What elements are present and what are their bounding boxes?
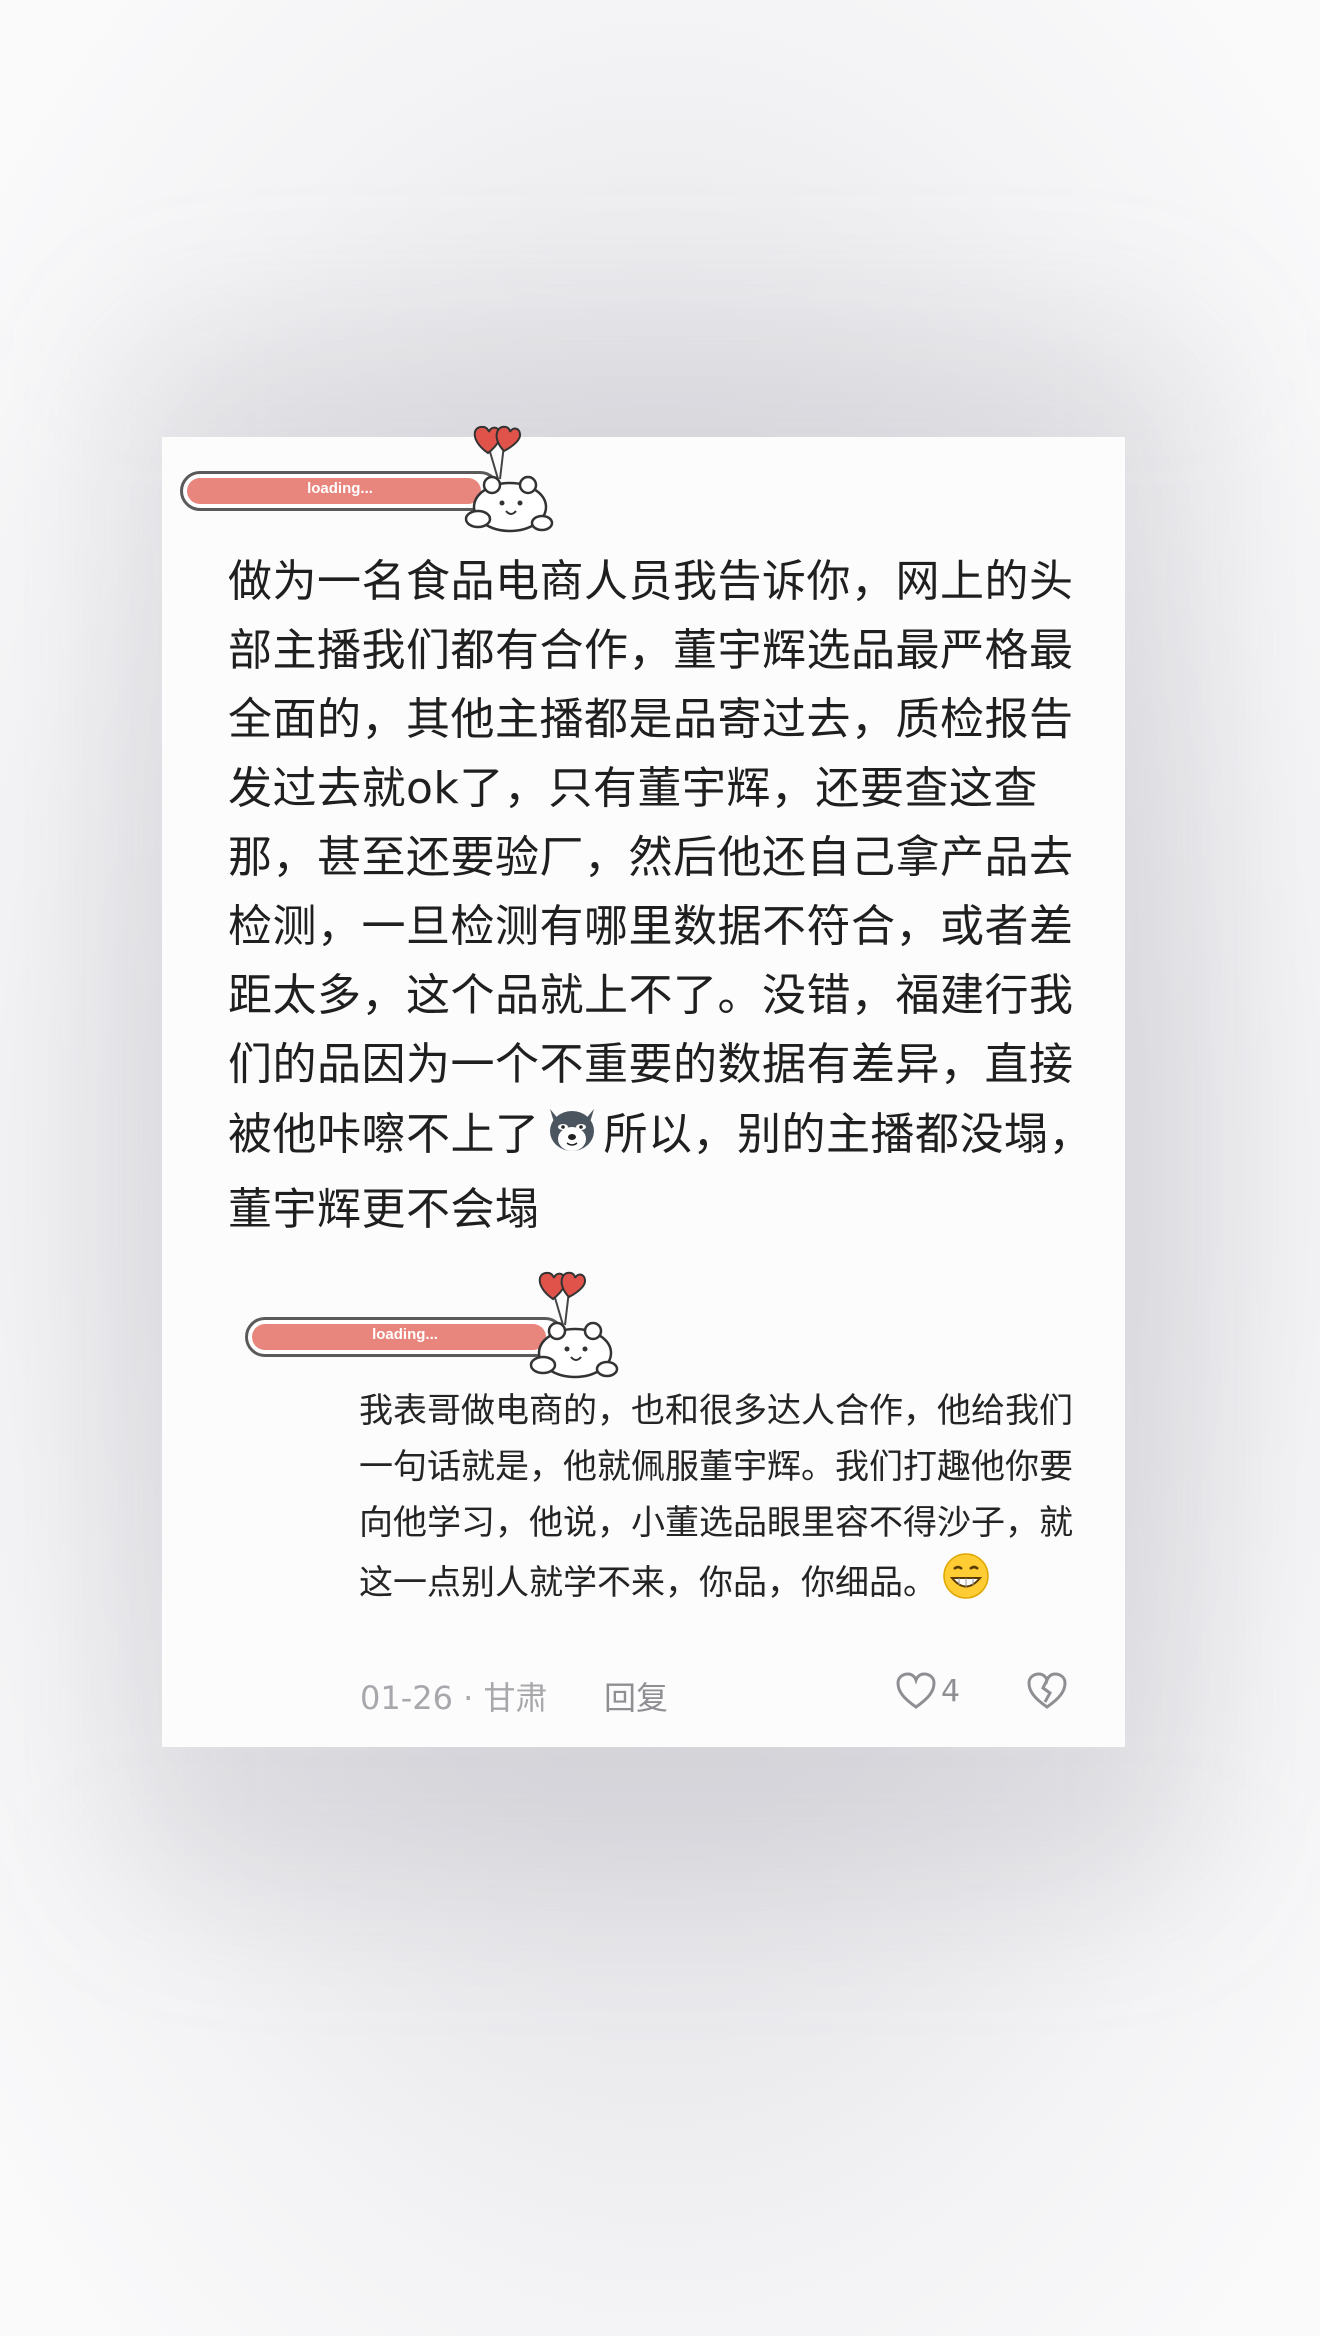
dog-face-icon: [542, 1099, 602, 1175]
bear-with-balloons-icon: [464, 425, 554, 533]
reply-button[interactable]: 回复: [604, 1673, 668, 1719]
grinning-face-icon: [941, 1551, 991, 1618]
reply-text: 我表哥做电商的，也和很多达人合作，他给我们一句话就是，他就佩服董宇辉。我们打趣他…: [359, 1383, 1099, 1618]
bear-with-balloons-icon: [529, 1271, 619, 1379]
like-button[interactable]: 4: [895, 1671, 960, 1711]
post-text-main: 做为一名食品电商人员我告诉你，网上的头部主播我们都有合作，董宇辉选品最严格最全面…: [228, 556, 1074, 1160]
like-count: 4: [941, 1673, 961, 1709]
reply-meta-bar: 01-26 · 甘肃 回复 4: [360, 1671, 1095, 1717]
dislike-button[interactable]: [1026, 1671, 1068, 1719]
reply-date-location: 01-26 · 甘肃: [360, 1679, 548, 1717]
post-text: 做为一名食品电商人员我告诉你，网上的头部主播我们都有合作，董宇辉选品最严格最全面…: [228, 547, 1108, 1244]
broken-heart-icon: [1027, 1672, 1067, 1709]
heart-outline-icon: [896, 1672, 936, 1709]
comment-card: loading... 做为一名食品电商人员我告诉你，网上的头部主播我们都有合作，…: [162, 425, 1125, 1747]
